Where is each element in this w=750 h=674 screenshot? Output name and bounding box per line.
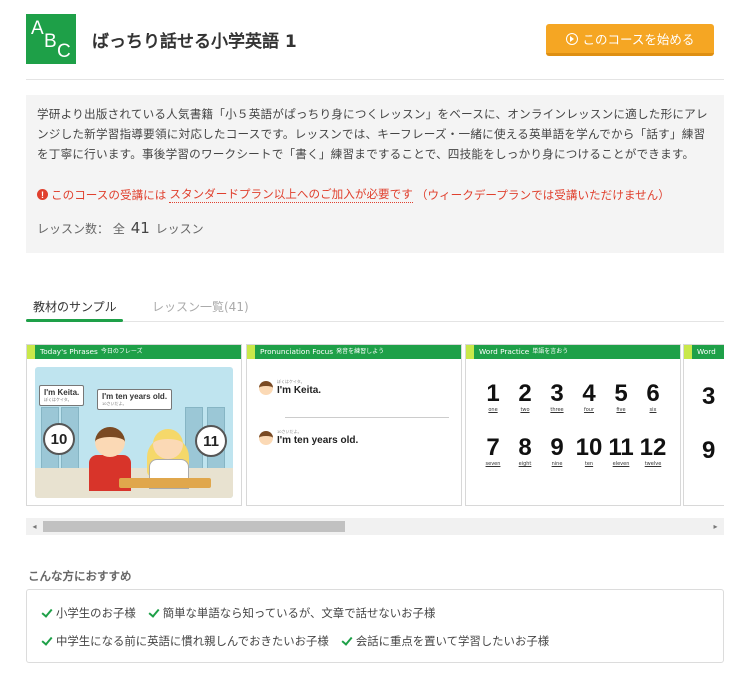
- number-card: 7 seven: [485, 434, 501, 468]
- list-item: 中学生になる前に英語に慣れ親しんでおきたいお子様: [41, 633, 329, 649]
- sample-gallery: Today's Phrases 今日のフレーズ I'm Keita. ぼくはケイ…: [26, 344, 724, 506]
- slide-subtitle: 発音を練習しよう: [336, 348, 385, 355]
- boy-face-icon: [259, 380, 273, 395]
- course-header: A B C ばっちり話せる小学英語 1 このコースを始める: [26, 14, 724, 80]
- speech-bubble: I'm Keita. ぼくはケイタ。: [39, 385, 85, 406]
- number-card: 3: [702, 383, 716, 410]
- exclamation-circle-icon: !: [37, 189, 48, 200]
- tab-lesson-list[interactable]: レッスン一覧(41): [152, 298, 249, 315]
- recommend-title: こんな方におすすめ: [28, 569, 132, 583]
- notice-suffix: （ウィークデープランでは受講いただけません）: [415, 187, 670, 202]
- list-item: 会話に重点を置いて学習したいお子様: [341, 633, 549, 649]
- start-course-button[interactable]: このコースを始める: [546, 24, 714, 56]
- sample-slide[interactable]: Today's Phrases 今日のフレーズ I'm Keita. ぼくはケイ…: [26, 344, 242, 506]
- slide-header: Pronunciation Focus 発音を練習しよう: [247, 345, 461, 359]
- course-logo: A B C: [26, 14, 76, 64]
- notice-prefix: このコースの受講には: [51, 187, 167, 202]
- sample-slide[interactable]: Word 3 9: [683, 344, 724, 506]
- boy-face-icon: [259, 430, 273, 445]
- course-description: 学研より出版されている人気書籍「小５英語がぱっちり身につくレッスン」をベースに、…: [37, 107, 708, 161]
- start-course-label: このコースを始める: [582, 32, 695, 47]
- number-card: 11 eleven: [608, 434, 634, 468]
- check-icon: [41, 635, 53, 647]
- list-item: 簡単な単語なら知っているが、文章で話せないお子様: [148, 605, 436, 621]
- slide-title: Word Practice: [479, 347, 530, 356]
- logo-letter-c: C: [57, 41, 71, 62]
- logo-letter-b: B: [44, 31, 57, 52]
- slide-header: Today's Phrases 今日のフレーズ: [27, 345, 241, 359]
- check-icon: [148, 607, 160, 619]
- number-card: 9 nine: [550, 434, 564, 468]
- slide-title: Pronunciation Focus: [260, 347, 334, 356]
- course-description-box: 学研より出版されている人気書籍「小５英語がぱっちり身につくレッスン」をベースに、…: [26, 95, 724, 253]
- lesson-count-number: 41: [130, 219, 150, 237]
- lesson-count-label: レッスン数：: [37, 222, 110, 236]
- number-card: 3 three: [550, 380, 564, 414]
- number-card: 6 six: [646, 380, 660, 414]
- lesson-count-unit: レッスン: [155, 222, 204, 236]
- sample-slide[interactable]: Word Practice 単語を言おう 1 one 2 two 3 three 4f…: [465, 344, 681, 506]
- number-card: 9: [702, 437, 716, 464]
- phrase-row: 10さいだよ。 I'm ten years old.: [259, 429, 358, 446]
- number-row: 7 seven 8 eight 9 nine 10 ten 11 eleven 12 twe…: [466, 434, 680, 468]
- plan-notice: ! このコースの受講には スタンダードプラン以上へのご加入が必要です （ウィークデー…: [37, 186, 670, 203]
- scrollbar-thumb[interactable]: [43, 521, 345, 532]
- number-row: 1 one 2 two 3 three 4 four 5 five 6 six: [466, 380, 680, 414]
- list-item: 小学生のお子様: [41, 605, 136, 621]
- number-card: 12 twelve: [639, 434, 667, 468]
- tab-material-sample[interactable]: 教材のサンプル: [26, 298, 123, 322]
- content-tabs: 教材のサンプル レッスン一覧(41): [26, 292, 724, 322]
- number-bubble: 10: [43, 423, 75, 455]
- lesson-count-prefix: 全: [112, 222, 125, 236]
- slide-subtitle: 単語を言おう: [532, 348, 569, 355]
- slide-subtitle: 今日のフレーズ: [100, 348, 143, 355]
- slide-title: Word: [697, 347, 716, 356]
- course-title: ばっちり話せる小学英語 1: [92, 32, 297, 52]
- logo-letter-a: A: [31, 18, 44, 39]
- check-icon: [41, 607, 53, 619]
- number-card: 8 eight: [518, 434, 532, 468]
- slide-header: Word: [684, 345, 724, 359]
- slide-title: Today's Phrases: [40, 347, 98, 356]
- triangle-right-icon[interactable]: ▸: [707, 518, 724, 535]
- number-bubble: 11: [195, 425, 227, 457]
- speech-bubble: I'm ten years old. 10さいだよ。: [97, 389, 173, 410]
- sample-slide[interactable]: Pronunciation Focus 発音を練習しよう ぼくはケイタ。 I'm…: [246, 344, 462, 506]
- slide-illustration: I'm Keita. ぼくはケイタ。 I'm ten years old. 10…: [35, 367, 233, 498]
- lesson-count: レッスン数： 全 41 レッスン: [37, 219, 204, 237]
- recommend-row: 小学生のお子様 簡単な単語なら知っているが、文章で話せないお子様: [41, 605, 435, 621]
- number-card: 1 one: [486, 380, 500, 414]
- number-card: 5 five: [614, 380, 628, 414]
- phrase-row: ぼくはケイタ。 I'm Keita.: [259, 379, 321, 396]
- play-circle-icon: [565, 32, 578, 45]
- slide-header: Word Practice 単語を言おう: [466, 345, 680, 359]
- check-icon: [341, 635, 353, 647]
- gallery-scrollbar[interactable]: ◂ ▸: [26, 518, 724, 535]
- number-card: 10 ten: [575, 434, 603, 468]
- plan-link[interactable]: スタンダードプラン以上へのご加入が必要です: [169, 186, 413, 203]
- number-card: 4 four: [582, 380, 596, 414]
- triangle-left-icon[interactable]: ◂: [26, 518, 43, 535]
- number-card: 2 two: [518, 380, 532, 414]
- recommend-box: 小学生のお子様 簡単な単語なら知っているが、文章で話せないお子様 中学生になる前…: [26, 589, 724, 663]
- recommend-row: 中学生になる前に英語に慣れ親しんでおきたいお子様 会話に重点を置いて学習したいお…: [41, 633, 549, 649]
